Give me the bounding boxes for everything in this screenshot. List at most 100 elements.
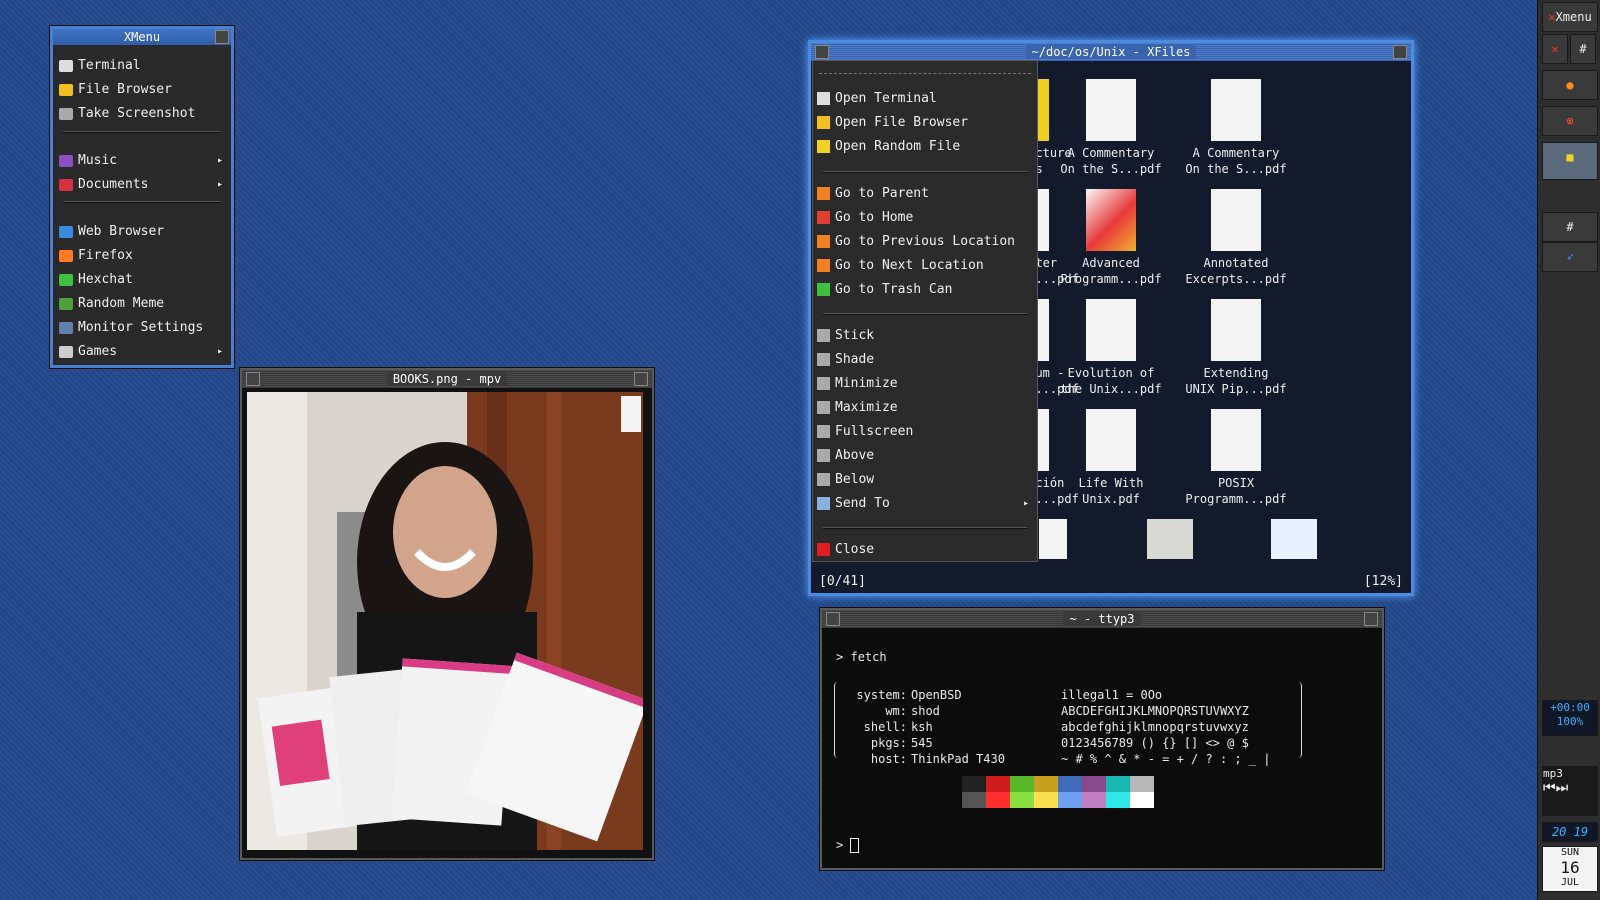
xmenu-item-terminal[interactable]: Terminal — [59, 55, 225, 77]
xmenu-titlebar[interactable]: XMenu — [53, 29, 231, 45]
terminal-titlebar[interactable]: ~ - ttyp3 — [822, 610, 1382, 628]
terminal-icon — [59, 59, 73, 72]
ctx-item-close[interactable]: Close — [817, 539, 1033, 561]
grid-icon: # — [1579, 42, 1587, 56]
xmenu-item-label: Web Browser — [78, 224, 165, 239]
file-item[interactable]: A Commentary On the S...pdf — [1176, 79, 1296, 177]
file-name-line: A Commentary — [1192, 146, 1280, 160]
dock-bluetooth[interactable]: ➶ — [1542, 242, 1598, 272]
xmenu-item-web-browser[interactable]: Web Browser — [59, 221, 225, 243]
palette-swatch — [986, 776, 1010, 792]
xmenu-item-file-browser[interactable]: File Browser — [59, 79, 225, 101]
ctx-item-fullscreen[interactable]: Fullscreen — [817, 421, 1033, 443]
mpv-close-button[interactable] — [634, 372, 648, 386]
ctx-item-minimize[interactable]: Minimize — [817, 373, 1033, 395]
file-item[interactable]: Extending UNIX Pip...pdf — [1176, 299, 1296, 397]
send-icon — [817, 497, 830, 510]
ctx-item-maximize[interactable]: Maximize — [817, 397, 1033, 419]
xfiles-status-selection: [0/41] — [819, 574, 866, 589]
xmenu-item-label: File Browser — [78, 82, 172, 97]
camera-icon — [59, 107, 73, 120]
dock-close-button[interactable]: ✕ — [1542, 34, 1568, 64]
xmenu-item-firefox[interactable]: Firefox — [59, 245, 225, 267]
palette-swatch — [1034, 792, 1058, 808]
dock-day: 16 — [1560, 858, 1580, 877]
ctx-item-above[interactable]: Above — [817, 445, 1033, 467]
pdf-thumbnail-icon[interactable] — [1147, 519, 1193, 559]
pdf-thumbnail-icon — [1211, 189, 1261, 251]
dock-time: +00:00 — [1550, 701, 1590, 714]
ctx-item-go-to-next-location[interactable]: Go to Next Location — [817, 255, 1033, 277]
palette-swatch — [986, 792, 1010, 808]
terminal-menu-button[interactable] — [826, 612, 840, 626]
terminal-close-button[interactable] — [1364, 612, 1378, 626]
menu-separator — [823, 171, 1027, 173]
dock-workspace-button[interactable]: # — [1542, 212, 1598, 242]
dock-firefox[interactable]: ● — [1542, 70, 1598, 100]
dock-hexchat[interactable]: ⊗ — [1542, 106, 1598, 136]
file-item[interactable]: Life With Unix.pdf — [1051, 409, 1171, 507]
dock-xmenu-button[interactable]: ✕Xmenu — [1542, 2, 1598, 32]
mpv-window: BOOKS.png - mpv — [240, 368, 654, 860]
mpv-titlebar[interactable]: BOOKS.png - mpv — [242, 370, 652, 388]
xmenu-item-monitor-settings[interactable]: Monitor Settings — [59, 317, 225, 339]
close-icon: ✕ — [1551, 42, 1559, 56]
fetch-value: ksh — [911, 720, 933, 734]
ctx-item-go-to-trash-can[interactable]: Go to Trash Can — [817, 279, 1033, 301]
ctx-item-label: Minimize — [835, 376, 898, 391]
photo-books — [247, 392, 643, 850]
xmenu-close-button[interactable] — [215, 30, 229, 44]
ctx-item-label: Below — [835, 472, 875, 487]
ctx-item-label: Go to Trash Can — [835, 282, 953, 297]
xmenu-item-music[interactable]: Music ▸ — [59, 150, 225, 172]
ctx-item-send-to[interactable]: Send To ▸ — [817, 493, 1033, 515]
tearoff-line[interactable] — [819, 73, 1031, 74]
ctx-item-open-terminal[interactable]: Open Terminal — [817, 88, 1033, 110]
monitor-icon — [59, 321, 73, 334]
xmenu-item-random-meme[interactable]: Random Meme — [59, 293, 225, 315]
xfiles-close-button[interactable] — [1393, 45, 1407, 59]
submenu-arrow-icon: ▸ — [216, 346, 223, 357]
menu-separator — [63, 131, 221, 133]
minimize-icon — [817, 377, 830, 390]
file-item[interactable]: Annotated Excerpts...pdf — [1176, 189, 1296, 287]
xfiles-titlebar[interactable]: ~/doc/os/Unix - XFiles — [811, 43, 1411, 61]
xmenu-item-documents[interactable]: Documents ▸ — [59, 174, 225, 196]
font-sample-line: illegal1 = 0Oo — [1061, 688, 1163, 702]
ctx-item-open-file-browser[interactable]: Open File Browser — [817, 112, 1033, 134]
palette-swatch — [1106, 776, 1130, 792]
gamepad-icon — [59, 345, 73, 358]
file-item[interactable]: POSIX Programm...pdf — [1176, 409, 1296, 507]
xmenu-item-take-screenshot[interactable]: Take Screenshot — [59, 103, 225, 125]
file-item[interactable]: Evolution of the Unix...pdf — [1051, 299, 1171, 397]
file-item[interactable]: A Commentary On the S...pdf — [1051, 79, 1171, 177]
file-name-line: Unix.pdf — [1082, 492, 1140, 506]
xmenu-item-hexchat[interactable]: Hexchat — [59, 269, 225, 291]
dock-mp3[interactable]: mp3 ⏮⏭ — [1542, 766, 1598, 816]
hash-icon: # — [1566, 220, 1574, 234]
pdf-thumbnail-icon[interactable] — [1271, 519, 1317, 559]
fetch-value: ThinkPad T430 — [911, 752, 1005, 766]
terminal-input-line[interactable]: > — [836, 838, 860, 853]
fetch-value: OpenBSD — [911, 688, 962, 702]
ctx-item-below[interactable]: Below — [817, 469, 1033, 491]
ctx-item-shade[interactable]: Shade — [817, 349, 1033, 371]
dock-xfiles[interactable]: ■ — [1542, 142, 1598, 180]
ctx-item-open-random-file[interactable]: Open Random File — [817, 136, 1033, 158]
ctx-item-label: Send To — [835, 496, 890, 511]
mpv-menu-button[interactable] — [246, 372, 260, 386]
xfiles-menu-button[interactable] — [815, 45, 829, 59]
ctx-item-stick[interactable]: Stick — [817, 325, 1033, 347]
ctx-item-go-to-home[interactable]: Go to Home — [817, 207, 1033, 229]
xmenu-item-label: Terminal — [78, 58, 141, 73]
file-name-line: POSIX — [1217, 476, 1255, 490]
file-name-line: Extending — [1203, 366, 1269, 380]
arrow-left-icon — [817, 235, 830, 248]
ctx-item-go-to-parent[interactable]: Go to Parent — [817, 183, 1033, 205]
fetch-value: 545 — [911, 736, 933, 750]
pdf-thumbnail-icon[interactable] — [1039, 519, 1067, 559]
xmenu-item-games[interactable]: Games ▸ — [59, 341, 225, 363]
ctx-item-go-to-previous-location[interactable]: Go to Previous Location — [817, 231, 1033, 253]
file-item[interactable]: Advanced Programm...pdf — [1051, 189, 1171, 287]
dock-grid-button[interactable]: # — [1570, 34, 1596, 64]
